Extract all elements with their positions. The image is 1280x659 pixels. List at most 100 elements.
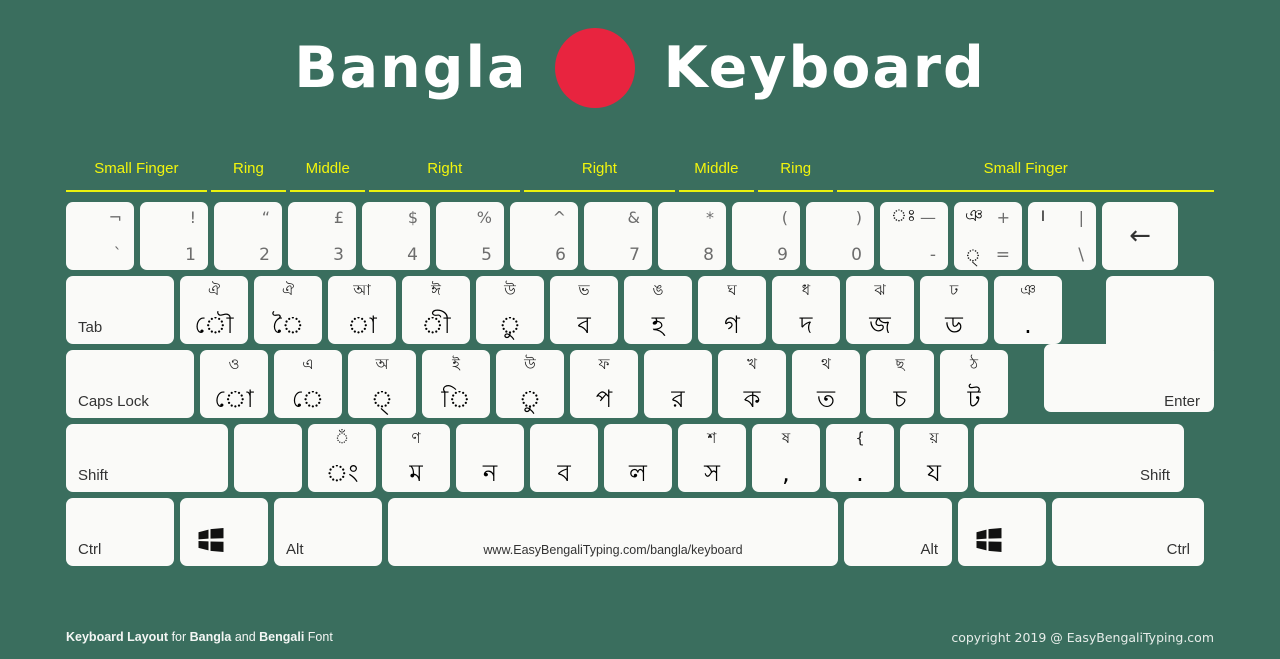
key-q-bangla-base: ৌ [194, 311, 234, 339]
keyboard-layout: ¬ `! 1 “2 £3 $4% 5 ^ 6 & 7 * 8(9) 0— -ঃ্ + = ঞ | \ । ← Tab ঐৌ ঐ… [66, 202, 1214, 572]
key-bracket-left-bangla-shift: ঢ [949, 281, 959, 299]
key-g[interactable]: উু [496, 350, 564, 418]
key-s[interactable]: এে [274, 350, 342, 418]
key-j[interactable]: র [644, 350, 712, 418]
key-c[interactable]: ন [456, 424, 524, 492]
key-a[interactable]: ওো [200, 350, 268, 418]
finger-guide-label: Ring [232, 160, 264, 177]
key-capslock[interactable]: Caps Lock [66, 350, 194, 418]
key-comma-bangla-shift: { [855, 429, 865, 447]
key-bracket-left[interactable]: ঢড [920, 276, 988, 344]
key-period[interactable]: য়য [900, 424, 968, 492]
key-y[interactable]: ভব [550, 276, 618, 344]
finger-guide-segment-3: Right [369, 160, 521, 192]
key-tab[interactable]: Tab [66, 276, 174, 344]
key-equal[interactable]: ্ + = ঞ [954, 202, 1022, 270]
key-d-bangla-base: ্ [370, 385, 394, 413]
key-i[interactable]: ঘগ [698, 276, 766, 344]
key-backspace[interactable]: ← [1102, 202, 1178, 270]
key-space[interactable]: www.EasyBengaliTyping.com/bangla/keyboar… [388, 498, 838, 566]
windows-logo-icon [198, 528, 224, 552]
key-backslash-symbol-top: | [1078, 208, 1084, 227]
key-comma[interactable]: {. [826, 424, 894, 492]
key-5[interactable]: % 5 [436, 202, 504, 270]
key-shift-left[interactable]: Shift [66, 424, 228, 492]
key-j-bangla-base: র [671, 385, 685, 413]
key-p-bangla-base: জ [869, 311, 891, 339]
key-t-bangla-shift: উ [504, 281, 516, 299]
key-backslash-bangla-top-left: । [1039, 206, 1046, 226]
key-i-bangla-shift: ঘ [727, 281, 737, 299]
key-4-symbol-top: $ [407, 208, 418, 227]
key-comma-bangla-base: . [856, 459, 864, 487]
key-win-left[interactable] [180, 498, 268, 566]
key-ctrl-right[interactable]: Ctrl [1052, 498, 1204, 566]
key-f-bangla-base: ি [441, 385, 471, 413]
key-8[interactable]: * 8 [658, 202, 726, 270]
key-k[interactable]: খক [718, 350, 786, 418]
key-backslash-iso[interactable] [234, 424, 302, 492]
footer-text-segment: Font [304, 630, 333, 644]
key-u[interactable]: ঙহ [624, 276, 692, 344]
key-6-digit: 6 [555, 245, 566, 265]
key-minus[interactable]: — -ঃ [880, 202, 948, 270]
key-m[interactable]: ষ, [752, 424, 820, 492]
finger-guide-segment-4: Right [524, 160, 675, 192]
key-f[interactable]: ইি [422, 350, 490, 418]
key-o[interactable]: ধদ [772, 276, 840, 344]
key-k-bangla-base: ক [743, 385, 761, 413]
key-3[interactable]: £3 [288, 202, 356, 270]
key-d[interactable]: অ্ [348, 350, 416, 418]
finger-guide-label: Small Finger [983, 160, 1068, 177]
key-q[interactable]: ঐৌ [180, 276, 248, 344]
key-w-bangla-base: ৈ [271, 311, 305, 339]
key-semicolon[interactable]: ছচ [866, 350, 934, 418]
key-win-right[interactable] [958, 498, 1046, 566]
key-grave[interactable]: ¬ ` [66, 202, 134, 270]
key-quote[interactable]: ঠট [940, 350, 1008, 418]
key-w[interactable]: ঐৈ [254, 276, 322, 344]
key-6-symbol-top: ^ [552, 208, 566, 227]
key-b[interactable]: ল [604, 424, 672, 492]
key-x[interactable]: ণম [382, 424, 450, 492]
key-alt-right[interactable]: Alt [844, 498, 952, 566]
key-period-bangla-shift: য় [929, 429, 939, 447]
key-e[interactable]: আা [328, 276, 396, 344]
key-0[interactable]: ) 0 [806, 202, 874, 270]
key-tab-label: Tab [78, 319, 103, 336]
key-t[interactable]: উু [476, 276, 544, 344]
key-alt-left[interactable]: Alt [274, 498, 382, 566]
key-v[interactable]: ব [530, 424, 598, 492]
key-4-digit: 4 [407, 245, 418, 265]
key-4[interactable]: $4 [362, 202, 430, 270]
key-bracket-left-bangla-base: ড [945, 311, 963, 339]
key-2[interactable]: “2 [214, 202, 282, 270]
finger-guide-segment-1: Ring [210, 160, 287, 192]
key-z-bangla-shift: ঁ [334, 429, 350, 447]
key-ctrl-left-label: Ctrl [78, 541, 102, 558]
key-bracket-right[interactable]: ঞ. [994, 276, 1062, 344]
key-3-digit: 3 [333, 245, 344, 265]
finger-guide-segment-6: Ring [758, 160, 834, 192]
key-9[interactable]: (9 [732, 202, 800, 270]
key-l[interactable]: থত [792, 350, 860, 418]
key-7[interactable]: & 7 [584, 202, 652, 270]
key-m-bangla-shift: ষ [781, 429, 791, 447]
key-semicolon-bangla-base: চ [893, 385, 907, 413]
keyboard-row-tab: Tab ঐৌ ঐৈ আা ঈী উু ভ ব ঙ হ ঘ গ ধ দ ঝ জ ঢ ড ঞ. Enter [66, 276, 1214, 412]
key-r[interactable]: ঈী [402, 276, 470, 344]
key-z[interactable]: ঁং [308, 424, 376, 492]
title-word-keyboard: Keyboard [663, 34, 986, 101]
key-1[interactable]: ! 1 [140, 202, 208, 270]
key-n[interactable]: শস [678, 424, 746, 492]
key-h[interactable]: ফপ [570, 350, 638, 418]
key-bracket-right-bangla-shift: ঞ [1020, 281, 1036, 299]
key-shift-right[interactable]: Shift [974, 424, 1184, 492]
key-enter[interactable]: Enter [1044, 276, 1214, 418]
key-ctrl-left[interactable]: Ctrl [66, 498, 174, 566]
key-8-symbol-top: * [706, 208, 714, 227]
key-p[interactable]: ঝজ [846, 276, 914, 344]
key-6[interactable]: ^ 6 [510, 202, 578, 270]
backspace-arrow-icon: ← [1129, 221, 1151, 251]
key-backslash[interactable]: | \ । [1028, 202, 1096, 270]
